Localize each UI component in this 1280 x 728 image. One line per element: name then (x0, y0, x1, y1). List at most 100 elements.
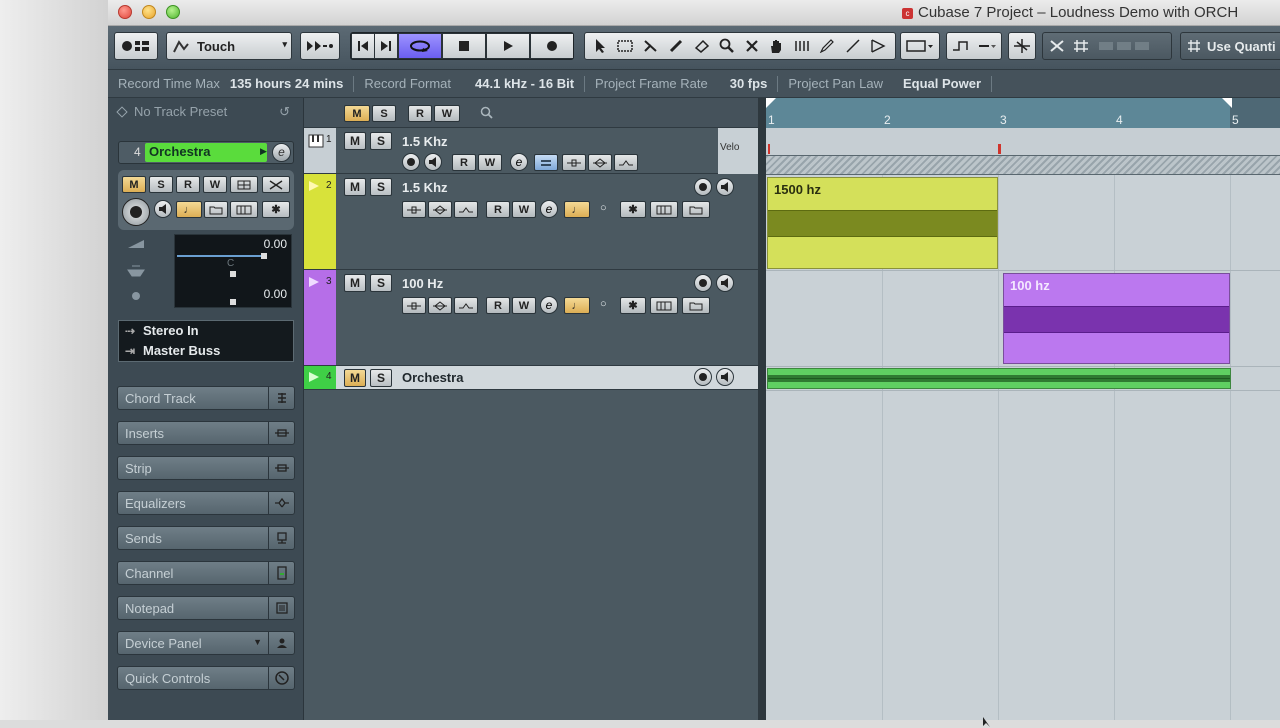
track-3-monitor[interactable] (716, 274, 734, 292)
volume-fader[interactable] (177, 255, 265, 257)
midi-part-1500hz[interactable]: 1500 hz (767, 177, 998, 269)
track-1-record-enable[interactable] (402, 153, 420, 171)
stop-button[interactable] (443, 34, 485, 58)
track-2-insert-b[interactable] (428, 201, 452, 218)
section-quick-controls[interactable]: Quick Controls (117, 666, 295, 690)
draw-tool-icon[interactable] (819, 39, 835, 53)
track-4-monitor[interactable] (716, 368, 734, 386)
track-2-instrument[interactable]: 2 M S 1.5 Khz R W e ♩ ○ ✱ (304, 174, 758, 270)
range-selection-tool-icon[interactable] (617, 39, 633, 53)
audio-event-orchestra[interactable] (767, 368, 1231, 389)
cycle-button[interactable] (399, 34, 441, 58)
zoom-window-button[interactable] (166, 5, 180, 19)
object-selection-tool-icon[interactable] (594, 38, 608, 54)
track-2-settings[interactable]: ✱ (620, 201, 646, 218)
section-strip[interactable]: Strip (117, 456, 295, 480)
record-format-value[interactable]: 44.1 kHz - 16 Bit (475, 76, 574, 91)
inspector-monitor-button[interactable] (154, 200, 172, 218)
track-3-insert-a[interactable] (402, 297, 426, 314)
section-equalizers[interactable]: Equalizers (117, 491, 295, 515)
midi-part-100hz[interactable]: 100 hz (1003, 273, 1230, 364)
grid-icon[interactable] (1073, 39, 1089, 53)
play-button[interactable] (487, 34, 529, 58)
inspector-mute-button[interactable]: M (122, 176, 146, 193)
track-3-write[interactable]: W (512, 297, 536, 314)
volume-fader-handle[interactable] (261, 253, 267, 259)
track-1-insert-c[interactable] (614, 154, 638, 171)
frame-rate-value[interactable]: 30 fps (730, 76, 768, 91)
delay-fader-handle[interactable] (230, 299, 236, 305)
track-2-mute[interactable]: M (344, 178, 366, 196)
play-tool-icon[interactable] (870, 38, 886, 54)
track-3-edit-settings[interactable]: e (540, 296, 558, 314)
line-tool-icon[interactable] (845, 39, 861, 53)
track-3-record-enable[interactable] (694, 274, 712, 292)
track-1-name[interactable]: 1.5 Khz (402, 134, 448, 149)
track-2-record-enable[interactable] (694, 178, 712, 196)
track-2-solo[interactable]: S (370, 178, 392, 196)
track-preset-field[interactable]: No Track Preset ↺ (114, 104, 296, 122)
track-1-solo[interactable]: S (370, 132, 392, 150)
output-routing-select[interactable]: ⇥ Master Buss (119, 341, 295, 361)
refresh-icon[interactable]: ↺ (279, 104, 290, 120)
inspector-folder-button[interactable] (204, 201, 228, 218)
event-display[interactable]: 1 2 3 4 5 1500 hz 100 hz (766, 98, 1280, 720)
color-tool-button[interactable] (900, 32, 940, 60)
track-1-insert-a[interactable] (562, 154, 586, 171)
quantize-preset-select[interactable]: Use Quanti (1180, 32, 1280, 60)
track-1-midi[interactable]: 1 M S 1.5 Khz R W e Velo (304, 128, 758, 174)
track-3-mute[interactable]: M (344, 274, 366, 292)
record-button[interactable] (531, 34, 573, 58)
chord-event-marker[interactable] (998, 144, 1001, 154)
close-window-button[interactable] (118, 5, 132, 19)
delay-value[interactable]: 0.00 (264, 287, 287, 301)
grid-type-dimmed-icon[interactable] (1097, 39, 1157, 53)
track-3-insert-c[interactable] (454, 297, 478, 314)
track-3-editor[interactable] (650, 297, 678, 314)
track-2-folder[interactable] (682, 201, 710, 218)
inspector-record-enable-button[interactable] (122, 198, 150, 226)
track-2-monitor[interactable] (716, 178, 734, 196)
track-1-insert-b[interactable] (588, 154, 612, 171)
section-inserts[interactable]: Inserts (117, 421, 295, 445)
track-1-midi-lanes[interactable] (534, 154, 558, 171)
track-2-edit-settings[interactable]: e (540, 200, 558, 218)
track-2-insert-c[interactable] (454, 201, 478, 218)
track-3-musical-mode[interactable]: ♩ (564, 297, 590, 314)
cycle-range[interactable] (766, 98, 1230, 128)
window-layout-button[interactable] (114, 32, 158, 60)
chord-event-marker[interactable] (768, 144, 770, 154)
minimize-window-button[interactable] (142, 5, 156, 19)
track-3-lock-indicator[interactable]: ○ (600, 298, 607, 310)
track-4-audio[interactable]: 4 M S Orchestra (304, 366, 758, 390)
track-2-editor[interactable] (650, 201, 678, 218)
inspector-read-button[interactable]: R (176, 176, 200, 193)
track-4-record-enable[interactable] (694, 368, 712, 386)
section-channel[interactable]: Channel (117, 561, 295, 585)
search-icon[interactable] (480, 106, 494, 120)
inspector-editor-button[interactable] (230, 201, 258, 218)
global-write-button[interactable]: W (434, 105, 460, 122)
global-solo-button[interactable]: S (372, 105, 396, 122)
inspector-track-name[interactable]: 4 Orchestra ▶ e (118, 141, 294, 164)
input-routing-select[interactable]: ⇢ Stereo In (119, 321, 295, 341)
edit-channel-settings-icon[interactable]: e (272, 143, 291, 162)
split-tool-icon[interactable] (643, 39, 659, 53)
track-2-read[interactable]: R (486, 201, 510, 218)
hand-tool-icon[interactable] (768, 38, 784, 54)
track-2-write[interactable]: W (512, 201, 536, 218)
track-2-lock-indicator[interactable]: ○ (600, 202, 607, 214)
tracklist-splitter[interactable] (758, 98, 766, 720)
track-2-name[interactable]: 1.5 Khz (402, 180, 448, 195)
right-locator-icon[interactable] (1222, 98, 1232, 108)
track-1-mute[interactable]: M (344, 132, 366, 150)
time-warp-tool-icon[interactable] (794, 39, 810, 53)
track-4-name[interactable]: Orchestra (402, 370, 463, 385)
pan-law-value[interactable]: Equal Power (903, 76, 981, 91)
track-3-read[interactable]: R (486, 297, 510, 314)
inspector-settings-button[interactable]: ✱ (262, 201, 290, 218)
inspector-solo-button[interactable]: S (149, 176, 173, 193)
inspector-write-button[interactable]: W (203, 176, 227, 193)
mute-tool-icon[interactable] (745, 39, 759, 53)
track-1-read[interactable]: R (452, 154, 476, 171)
